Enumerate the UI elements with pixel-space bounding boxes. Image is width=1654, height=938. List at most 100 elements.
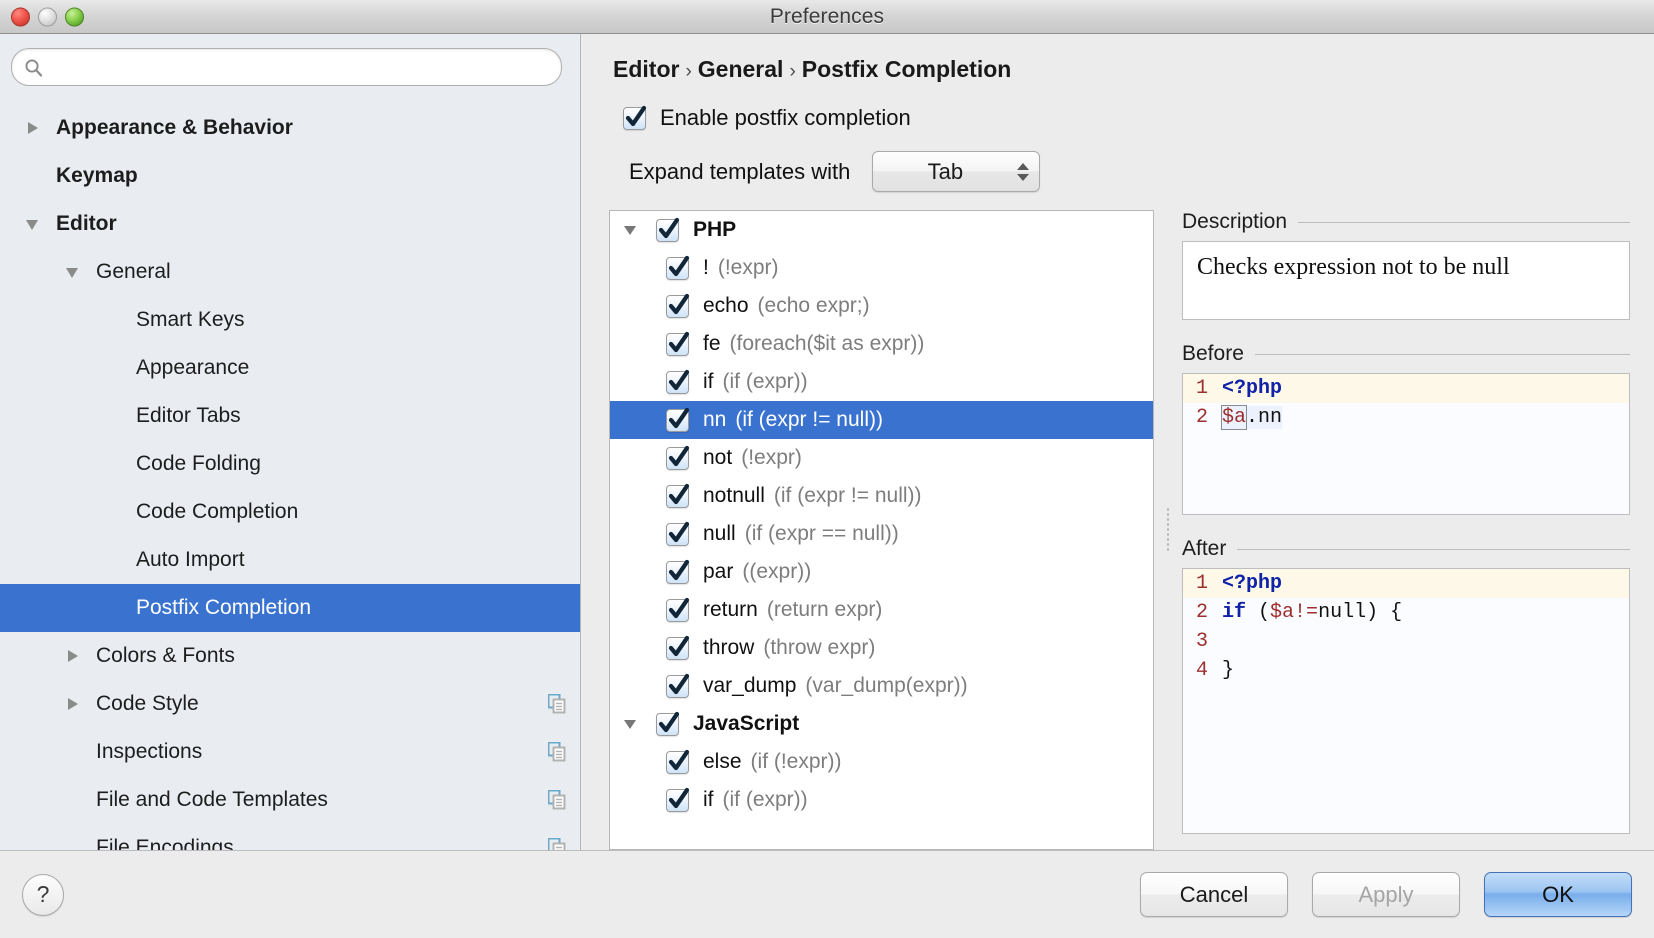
apply-button[interactable]: Apply: [1312, 872, 1460, 917]
template-checkbox[interactable]: [666, 559, 690, 584]
sidebar-item-editor-tabs[interactable]: Editor Tabs: [0, 392, 580, 440]
code-line: 3: [1183, 627, 1629, 656]
template-row[interactable]: else (if (!expr)): [610, 743, 1153, 781]
template-row[interactable]: var_dump (var_dump(expr)): [610, 667, 1153, 705]
template-description: (if (expr != null)): [735, 408, 883, 431]
chevron-down-icon[interactable]: [64, 263, 82, 281]
chevron-right-icon[interactable]: [64, 695, 82, 713]
sidebar-item-postfix-completion[interactable]: Postfix Completion: [0, 584, 580, 632]
expand-templates-label: Expand templates with: [629, 158, 851, 184]
chevron-down-icon[interactable]: [624, 222, 640, 238]
template-checkbox[interactable]: [666, 331, 690, 356]
chevron-right-icon[interactable]: [64, 647, 82, 665]
panels-area: PHP! (!expr) echo (echo expr;) fe (foreach($i…: [581, 192, 1654, 850]
minimize-button[interactable]: [38, 7, 57, 26]
sidebar-item-code-completion[interactable]: Code Completion: [0, 488, 580, 536]
sidebar-item-colors-fonts[interactable]: Colors & Fonts: [0, 632, 580, 680]
sidebar-item-file-encodings[interactable]: File Encodings: [0, 824, 580, 850]
chevron-down-icon[interactable]: [24, 215, 42, 233]
help-button[interactable]: ?: [22, 873, 64, 916]
code-token: (: [1246, 601, 1271, 624]
sidebar-item-label: Editor Tabs: [136, 404, 241, 427]
breadcrumb: Editor › General › Postfix Completion: [581, 34, 1654, 83]
chevron-down-icon[interactable]: [624, 716, 640, 732]
template-checkbox[interactable]: [666, 749, 690, 774]
sidebar-item-inspections[interactable]: Inspections: [0, 728, 580, 776]
template-row[interactable]: not (!expr): [610, 439, 1153, 477]
template-checkbox[interactable]: [656, 711, 680, 736]
expand-templates-select[interactable]: Tab: [872, 151, 1041, 192]
sidebar-item-code-folding[interactable]: Code Folding: [0, 440, 580, 488]
template-checkbox[interactable]: [666, 673, 690, 698]
sidebar-item-label: Appearance: [136, 356, 250, 379]
settings-tree[interactable]: Appearance & Behavior Keymap Editor General…: [0, 96, 580, 850]
after-section-header: After: [1182, 537, 1630, 561]
expand-templates-value: Tab: [927, 158, 964, 184]
search-box[interactable]: [11, 48, 562, 86]
template-row[interactable]: fe (foreach($it as expr)): [610, 325, 1153, 363]
sidebar-item-appearance[interactable]: Appearance: [0, 344, 580, 392]
template-row[interactable]: JavaScript: [610, 705, 1153, 743]
code-line: 4}: [1183, 656, 1629, 685]
template-checkbox[interactable]: [656, 217, 680, 242]
template-row[interactable]: nn (if (expr != null)): [610, 401, 1153, 439]
template-checkbox[interactable]: [666, 521, 690, 546]
template-checkbox[interactable]: [666, 445, 690, 470]
template-name: not: [703, 446, 733, 469]
template-row[interactable]: throw (throw expr): [610, 629, 1153, 667]
code-line: 1 <?php: [1183, 374, 1629, 403]
code-text: }: [1217, 656, 1234, 685]
sidebar-item-label: Auto Import: [136, 548, 245, 571]
cancel-button[interactable]: Cancel: [1140, 872, 1288, 917]
template-row[interactable]: if (if (expr)): [610, 363, 1153, 401]
template-checkbox[interactable]: [666, 787, 690, 812]
template-row[interactable]: PHP: [610, 211, 1153, 249]
sidebar-item-auto-import[interactable]: Auto Import: [0, 536, 580, 584]
template-checkbox[interactable]: [666, 407, 690, 432]
template-description: (if (expr)): [722, 788, 808, 811]
chevron-right-icon[interactable]: [24, 119, 42, 137]
copy-settings-icon: [547, 693, 566, 714]
panel-splitter[interactable]: [1154, 210, 1182, 850]
line-number: 2: [1195, 601, 1208, 624]
template-checkbox[interactable]: [666, 293, 690, 318]
templates-list[interactable]: PHP! (!expr) echo (echo expr;) fe (foreach($i…: [609, 210, 1154, 850]
template-description: (return expr): [766, 598, 883, 621]
template-row[interactable]: return (return expr): [610, 591, 1153, 629]
sidebar-item-general[interactable]: General: [0, 248, 580, 296]
template-checkbox[interactable]: [666, 255, 690, 280]
template-row[interactable]: ! (!expr): [610, 249, 1153, 287]
after-rule: [1237, 548, 1630, 550]
sidebar-item-appearance-behavior[interactable]: Appearance & Behavior: [0, 104, 580, 152]
template-description: (if (!expr)): [750, 750, 842, 773]
template-row[interactable]: echo (echo expr;): [610, 287, 1153, 325]
sidebar-item-editor[interactable]: Editor: [0, 200, 580, 248]
template-row[interactable]: null (if (expr == null)): [610, 515, 1153, 553]
code-token: $a: [1220, 405, 1248, 430]
description-section-header: Description: [1182, 210, 1630, 234]
template-name: throw: [703, 636, 755, 659]
search-input[interactable]: [43, 49, 561, 85]
template-row[interactable]: if (if (expr)): [610, 781, 1153, 819]
enable-postfix-row[interactable]: Enable postfix completion: [581, 83, 1654, 131]
template-checkbox[interactable]: [666, 597, 690, 622]
settings-sidebar: Appearance & Behavior Keymap Editor General…: [0, 34, 581, 850]
sidebar-item-label: Keymap: [56, 164, 138, 187]
sidebar-item-keymap[interactable]: Keymap: [0, 152, 580, 200]
after-title: After: [1182, 537, 1227, 560]
stepper-arrows-icon[interactable]: [1017, 162, 1030, 181]
sidebar-item-smart-keys[interactable]: Smart Keys: [0, 296, 580, 344]
zoom-button[interactable]: [65, 7, 84, 26]
sidebar-item-file-and-code-templates[interactable]: File and Code Templates: [0, 776, 580, 824]
close-button[interactable]: [11, 7, 30, 26]
template-checkbox[interactable]: [666, 369, 690, 394]
template-row[interactable]: par ((expr)): [610, 553, 1153, 591]
template-row[interactable]: notnull (if (expr != null)): [610, 477, 1153, 515]
ok-button[interactable]: OK: [1484, 872, 1632, 917]
template-checkbox[interactable]: [666, 635, 690, 660]
code-line: 1 <?php: [1183, 569, 1629, 598]
enable-postfix-checkbox[interactable]: [623, 105, 647, 130]
sidebar-item-code-style[interactable]: Code Style: [0, 680, 580, 728]
window-title: Preferences: [769, 4, 885, 28]
template-checkbox[interactable]: [666, 483, 690, 508]
